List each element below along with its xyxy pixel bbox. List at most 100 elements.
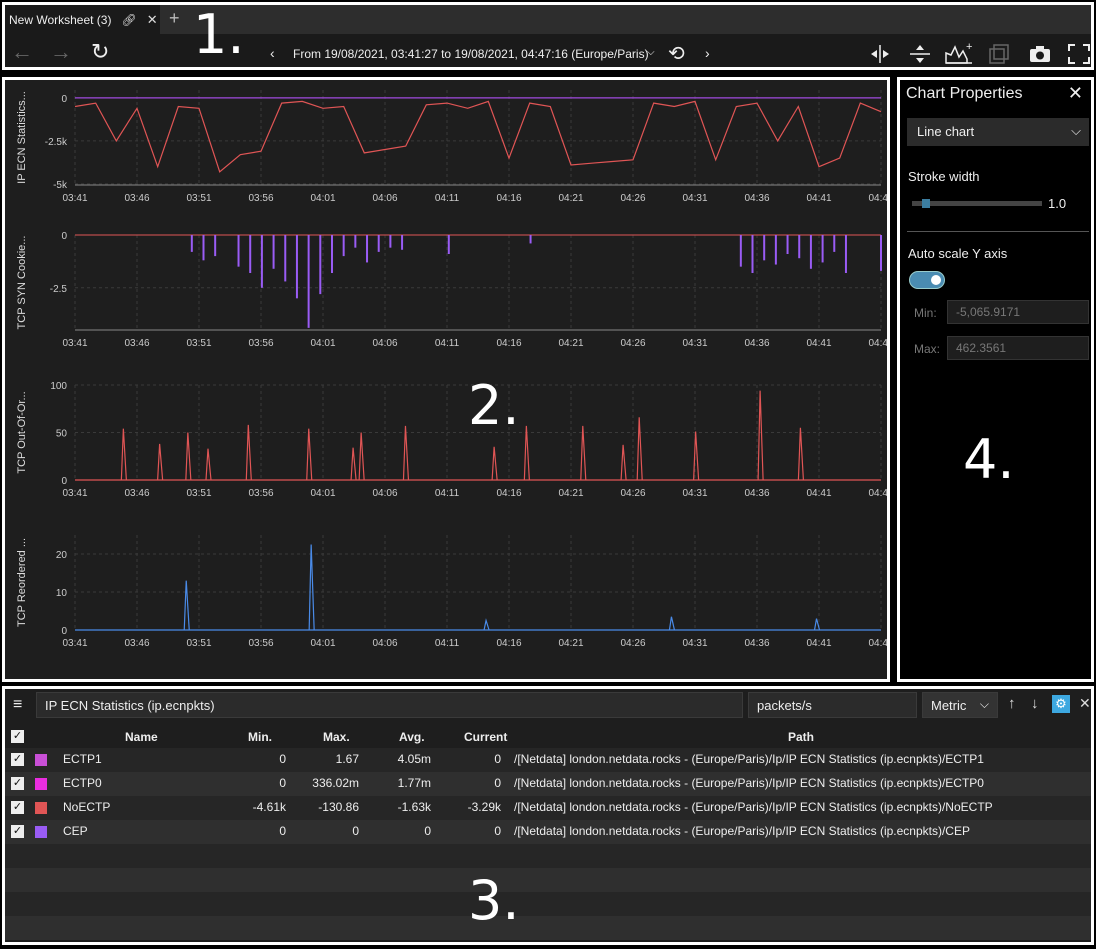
history-icon[interactable]: ⟲ [668,41,685,66]
unit-input[interactable]: packets/s [748,692,917,718]
x-tick-label: 04:01 [310,638,335,649]
x-tick-label: 04:01 [310,193,335,204]
arrow-down-icon[interactable]: ↓ [1031,695,1039,712]
spike [245,424,252,481]
header-min[interactable]: Min. [248,730,272,744]
autoscale-toggle[interactable] [909,271,945,289]
split-vertical-icon[interactable] [908,43,932,65]
close-icon[interactable]: ✕ [1068,83,1083,104]
y-tick-label: -2.5 [50,284,68,295]
row-checkbox[interactable]: ✓ [11,777,24,790]
row-checkbox[interactable]: ✓ [11,753,24,766]
x-tick-label: 04:21 [558,338,583,349]
next-range-icon[interactable]: › [705,45,710,61]
header-path[interactable]: Path [788,730,814,744]
forward-arrow-icon[interactable]: → [50,39,72,65]
x-tick-label: 03:56 [248,338,273,349]
metric-select[interactable]: Metric ⌵ [922,692,998,718]
slider-thumb[interactable] [922,199,930,208]
x-tick-label: 04:16 [496,338,521,349]
empty-row [5,868,1091,892]
x-tick-label: 03:46 [124,638,149,649]
cell-path: /[Netdata] london.netdata.rocks - (Europ… [514,824,970,838]
table-row[interactable]: ✓ NoECTP -4.61k -130.86 -1.63k -3.29k /[Netdat… [5,796,1091,820]
cell-current: 0 [494,776,501,790]
table-row[interactable]: ✓ ECTP0 0 336.02m 1.77m 0 /[Netdata] london.ne… [5,772,1091,796]
x-tick-label: 04:31 [682,488,707,499]
x-tick-label: 04:16 [496,193,521,204]
min-input[interactable]: -5,065.9171 [947,300,1089,324]
cell-min: -4.61k [252,800,286,814]
x-tick-label: 04:26 [620,488,645,499]
x-tick-label: 04:47 [868,488,887,499]
chevron-down-icon[interactable]: ⌵ [647,47,655,58]
x-tick-label: 03:56 [248,193,273,204]
camera-icon[interactable] [1028,44,1052,64]
header-avg[interactable]: Avg. [399,730,425,744]
spike [757,390,764,481]
x-tick-label: 04:21 [558,638,583,649]
x-tick-label: 04:11 [435,488,460,499]
x-tick-label: 04:16 [496,488,521,499]
x-tick-label: 04:21 [558,488,583,499]
header-name[interactable]: Name [125,730,158,744]
series-color-swatch[interactable] [35,754,47,766]
row-checkbox[interactable]: ✓ [11,825,24,838]
add-chart-icon[interactable]: + [944,41,974,65]
refresh-icon[interactable]: ↻ [91,39,109,65]
spike [183,580,190,631]
spike [636,417,643,481]
metric-input[interactable]: IP ECN Statistics (ip.ecnpkts) [36,692,743,718]
tab-worksheet[interactable]: New Worksheet (3) 🔗︎ ✕ [5,5,160,34]
header-max[interactable]: Max. [323,730,350,744]
y-tick-label: -2.5k [45,137,68,148]
fullscreen-icon[interactable] [1067,43,1091,65]
header-current[interactable]: Current [464,730,507,744]
add-tab-button[interactable]: + [169,8,180,29]
link-icon[interactable]: 🔗︎ [121,13,136,27]
time-range-selector[interactable]: From 19/08/2021, 03:41:27 to 19/08/2021,… [293,47,649,61]
svg-text:+: + [966,41,972,53]
arrow-up-icon[interactable]: ↑ [1008,695,1016,712]
row-checkbox[interactable]: ✓ [11,801,24,814]
spike [402,425,410,481]
spike [350,447,357,481]
chart-type-select[interactable]: Line chart ⌵ [907,118,1089,146]
panel-title: Chart Properties [906,85,1023,102]
copy-chart-icon[interactable] [988,43,1010,65]
x-tick-label: 03:51 [186,638,211,649]
spike [580,425,587,481]
chart-properties-panel: Chart Properties ✕ Line chart ⌵ Stroke w… [897,77,1094,682]
x-tick-label: 03:41 [62,488,87,499]
spike [157,443,164,481]
close-icon[interactable]: ✕ [147,12,158,28]
series-color-swatch[interactable] [35,826,47,838]
tab-title: New Worksheet (3) [9,12,112,27]
back-arrow-icon[interactable]: ← [11,39,33,65]
menu-icon[interactable]: ≡ [13,696,22,714]
y-tick-label: 10 [56,588,68,599]
series-color-swatch[interactable] [35,778,47,790]
series-color-swatch[interactable] [35,802,47,814]
close-icon[interactable]: ✕ [1079,695,1091,712]
max-label: Max: [914,342,941,356]
cell-min: 0 [279,824,286,838]
gear-icon[interactable]: ⚙ [1052,695,1070,713]
cell-max: -130.86 [318,800,359,814]
spike [308,544,315,631]
select-all-checkbox[interactable]: ✓ [11,730,24,743]
table-row[interactable]: ✓ CEP 0 0 0 0 /[Netdata] london.netdata.rocks … [5,820,1091,844]
spike [797,427,804,481]
charts-canvas[interactable]: IP ECN Statistics... 03:41 03:46 03:51 03:56… [5,80,887,679]
axis-label: TCP Out-Of-Or... [16,391,28,473]
table-row[interactable]: ✓ ECTP1 0 1.67 4.05m 0 /[Netdata] london.netda… [5,748,1091,772]
toggle-knob [931,275,941,285]
prev-range-icon[interactable]: ‹ [270,45,275,61]
spike [205,448,212,481]
cell-avg: -1.63k [397,800,431,814]
stroke-width-slider[interactable] [912,199,1042,208]
cell-avg: 1.77m [397,776,431,790]
x-tick-label: 03:46 [124,338,149,349]
max-input[interactable]: 462.3561 [947,336,1089,360]
split-horizontal-icon[interactable] [869,43,891,65]
